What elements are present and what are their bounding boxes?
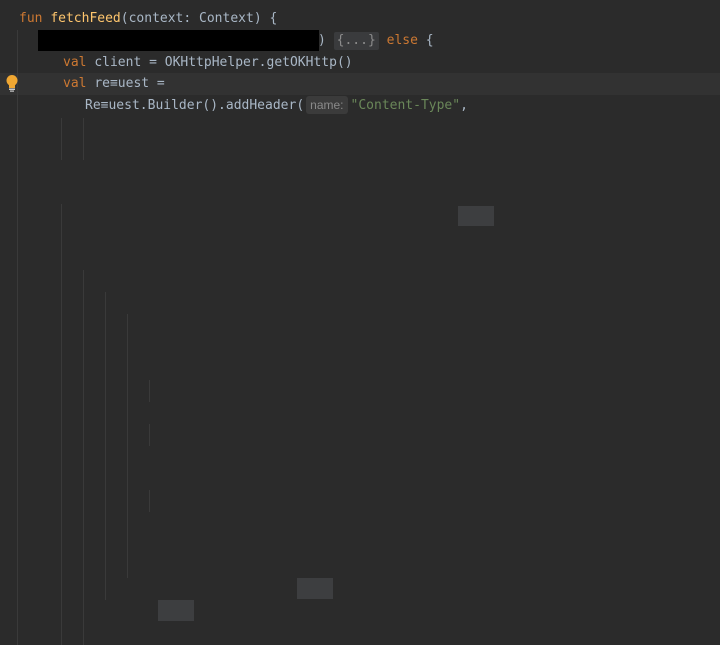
closing-paren: ) bbox=[318, 33, 326, 48]
indent-guide bbox=[127, 314, 128, 578]
indent-guide bbox=[149, 490, 150, 512]
keyword-else: else bbox=[386, 33, 418, 48]
string-literal: "Content-Type" bbox=[350, 98, 461, 113]
ghost-highlight bbox=[458, 206, 494, 226]
indent-guide bbox=[61, 204, 62, 645]
indent-guide bbox=[61, 118, 62, 160]
code-line-1[interactable]: fun fetchFeed(context: Context) { bbox=[19, 8, 277, 30]
parameter-name-hint: name: bbox=[306, 96, 348, 114]
ghost-highlight bbox=[297, 578, 333, 599]
code-line-3[interactable]: val client = OKHttpHelper.getOKHttp() bbox=[63, 52, 353, 74]
indent-guide bbox=[17, 30, 18, 645]
indent-guide bbox=[149, 424, 150, 446]
keyword-val: val bbox=[63, 76, 87, 91]
code-line-5[interactable]: Re≡uest.Builder().addHeader(name: "Conten… bbox=[85, 95, 468, 117]
client-declaration: client = OKHttpHelper.getOKHttp() bbox=[94, 55, 353, 70]
open-brace: { bbox=[425, 33, 434, 48]
function-name[interactable]: fetchFeed bbox=[50, 11, 120, 26]
code-line-2[interactable]: ) {...} else { bbox=[318, 30, 434, 52]
comma: , bbox=[460, 98, 468, 113]
keyword-val: val bbox=[63, 55, 87, 70]
indent-guide bbox=[83, 118, 84, 160]
code-line-4[interactable]: val re≡uest = bbox=[63, 73, 165, 95]
request-builder-call: Re≡uest.Builder().addHeader( bbox=[85, 98, 305, 113]
indent-guide bbox=[105, 292, 106, 600]
function-signature: (context: Context) { bbox=[120, 11, 278, 26]
keyword-fun: fun bbox=[19, 11, 43, 26]
request-declaration: re≡uest = bbox=[94, 76, 165, 91]
redacted-region bbox=[38, 30, 319, 51]
folded-code-block[interactable]: {...} bbox=[333, 32, 379, 50]
indent-guide bbox=[83, 270, 84, 645]
code-editor[interactable]: fun fetchFeed(context: Context) { ) {...… bbox=[0, 0, 720, 645]
ghost-highlight bbox=[158, 600, 194, 621]
indent-guide bbox=[149, 380, 150, 402]
lightbulb-icon[interactable] bbox=[5, 74, 19, 92]
